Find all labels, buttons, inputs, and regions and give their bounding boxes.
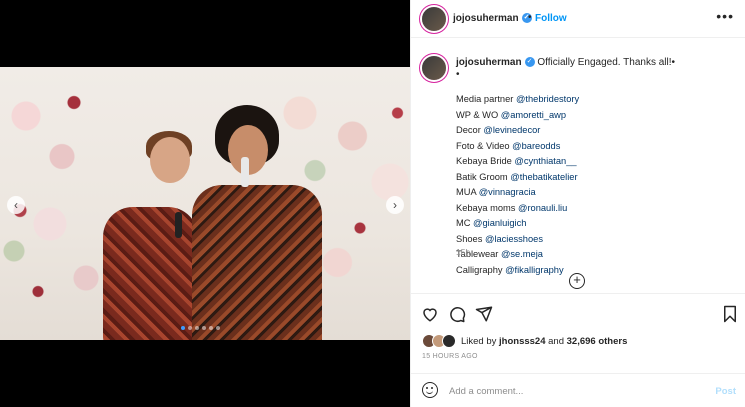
- credit-mention-link[interactable]: @cynthiatan__: [514, 156, 576, 166]
- heart-icon[interactable]: [421, 305, 439, 323]
- credit-mention-link[interactable]: @levinedecor: [483, 125, 540, 135]
- caption-credit-line: Foto & Video @bareodds: [456, 139, 579, 155]
- plus-circle-icon[interactable]: +: [569, 273, 585, 289]
- caption-credit-line: Kebaya Bride @cynthiatan__: [456, 154, 579, 170]
- credit-mention-link[interactable]: @vinnagracia: [479, 187, 536, 197]
- header-username[interactable]: jojosuherman ✓: [453, 13, 532, 24]
- caption-credit-line: MC @gianluigich: [456, 216, 579, 232]
- caption-text: Officially Engaged. Thanks all!•: [537, 57, 676, 68]
- credit-label: Shoes: [456, 233, 485, 244]
- slide-dot: [209, 326, 213, 330]
- action-bar: [411, 293, 745, 333]
- header-username-text[interactable]: jojosuherman: [453, 13, 519, 24]
- side-panel: jojosuherman ✓ • Follow ••• jojosuherman ✓…: [410, 0, 745, 407]
- credit-mention-link[interactable]: @ronauli.liu: [518, 203, 567, 213]
- credit-mention-link[interactable]: @se.meja: [501, 249, 543, 259]
- credit-label: Foto & Video: [456, 140, 513, 151]
- instagram-post: ‹ › jojosuherman ✓ • Follow ••• jojosuher…: [0, 0, 745, 407]
- credit-mention-link[interactable]: @bareodds: [512, 141, 560, 151]
- caption-second-line: •: [456, 69, 460, 80]
- post-timestamp[interactable]: 15 HOURS AGO: [422, 353, 478, 360]
- chevron-right-icon: ›: [393, 198, 397, 212]
- slide-dot: [181, 326, 185, 330]
- caption-credit-line: Shoes @laciesshoes: [456, 232, 579, 248]
- credit-label: Kebaya moms: [456, 202, 519, 213]
- microphone-white: [241, 157, 249, 187]
- liker-avatar: [442, 334, 456, 348]
- comment-icon[interactable]: [448, 305, 466, 323]
- credit-mention-link[interactable]: @thebatikatelier: [510, 172, 577, 182]
- credit-label: Kebaya Bride: [456, 156, 515, 166]
- caption-credit-line: Kebaya moms @ronauli.liu: [456, 201, 579, 217]
- next-slide-button[interactable]: ›: [386, 196, 404, 214]
- caption-username[interactable]: jojosuherman: [456, 57, 522, 68]
- credit-mention-link[interactable]: @gianluigich: [473, 218, 526, 228]
- likes-prefix: Liked by: [461, 335, 500, 347]
- credit-label: MUA: [456, 187, 479, 197]
- credit-mention-link[interactable]: @thebridestory: [516, 94, 579, 104]
- slide-dot: [202, 326, 206, 330]
- credit-label: Calligraphy: [456, 264, 506, 275]
- bride-kebaya: [103, 207, 198, 340]
- slide-dot: [188, 326, 192, 330]
- caption-time: 15h: [456, 247, 471, 257]
- header-separator: •: [528, 12, 532, 23]
- emoji-icon[interactable]: [422, 382, 438, 398]
- caption-first-line: jojosuherman ✓ Officially Engaged. Thanks…: [456, 56, 675, 69]
- avatar[interactable]: [422, 7, 446, 31]
- post-photo[interactable]: [0, 67, 410, 340]
- slide-dot: [216, 326, 220, 330]
- share-icon[interactable]: [475, 305, 493, 323]
- caption-credit-line: MUA @vinnagracia: [456, 185, 579, 201]
- likes-text: Liked by jhonsss24 and 32,696 others: [461, 336, 627, 347]
- caption-credit-line: Calligraphy @fikalligraphy: [456, 263, 579, 279]
- groom-batik: [192, 185, 322, 340]
- caption-credit-line: Media partner @thebridestory: [456, 92, 579, 108]
- slide-indicator: [181, 326, 220, 330]
- credit-label: MC: [456, 218, 474, 228]
- likes-summary: Liked by jhonsss24 and 32,696 others: [422, 333, 627, 349]
- comment-bar: Post: [411, 373, 745, 407]
- chevron-left-icon: ‹: [14, 198, 18, 212]
- verified-badge-icon: ✓: [524, 57, 535, 68]
- comment-input[interactable]: [449, 382, 689, 400]
- credit-label: Batik Groom: [456, 171, 511, 182]
- more-horizontal-icon[interactable]: •••: [716, 8, 734, 24]
- caption-credit-line: Tablewear @se.meja: [456, 247, 579, 263]
- post-header: jojosuherman ✓ • Follow •••: [411, 0, 745, 38]
- credit-label: Media partner: [456, 94, 516, 104]
- bookmark-icon[interactable]: [721, 305, 739, 323]
- credit-mention-link[interactable]: @amoretti_awp: [501, 110, 566, 120]
- caption-credit-line: Decor @levinedecor: [456, 123, 579, 139]
- microphone-black: [175, 212, 182, 238]
- bride-face: [150, 137, 190, 183]
- caption-avatar[interactable]: [422, 56, 446, 80]
- credit-mention-link[interactable]: @laciesshoes: [485, 234, 543, 244]
- prev-slide-button[interactable]: ‹: [7, 196, 25, 214]
- follow-button[interactable]: Follow: [535, 13, 567, 24]
- slide-dot: [195, 326, 199, 330]
- credit-label: WP & WO: [456, 109, 501, 120]
- media-panel: ‹ ›: [0, 0, 410, 407]
- credit-label: Decor: [456, 125, 484, 135]
- post-comment-button[interactable]: Post: [715, 386, 736, 397]
- likes-and: and: [545, 335, 567, 347]
- caption-credit-line: WP & WO @amoretti_awp: [456, 108, 579, 124]
- caption-credit-line: Batik Groom @thebatikatelier: [456, 170, 579, 186]
- caption-credits: Media partner @thebridestory WP & WO @amo…: [456, 92, 579, 278]
- liked-by-user[interactable]: jhonsss24: [499, 336, 545, 347]
- credit-mention-link[interactable]: @fikalligraphy: [505, 265, 564, 275]
- likes-count[interactable]: 32,696 others: [567, 336, 628, 347]
